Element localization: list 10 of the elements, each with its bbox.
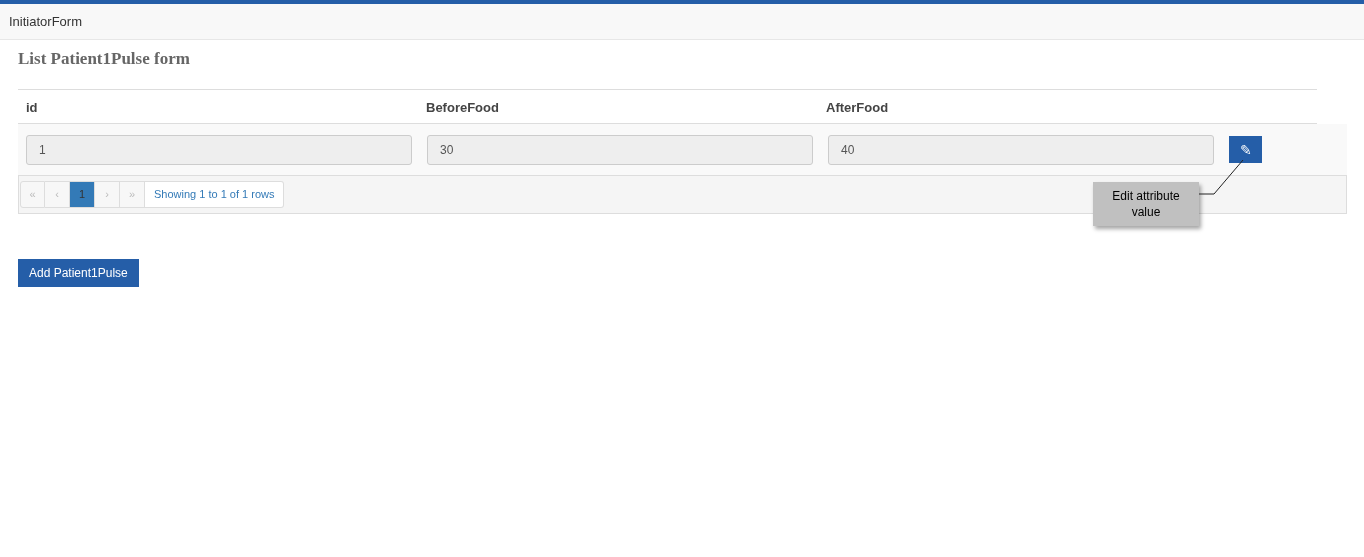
navbar-brand[interactable]: InitiatorForm (9, 11, 82, 32)
column-header: id (26, 99, 38, 115)
callout-label: Edit attribute value (1093, 182, 1199, 226)
add-button[interactable]: Add Patient1Pulse (18, 259, 139, 287)
column-header: AfterFood (826, 99, 889, 115)
pagination-summary: Showing 1 to 1 of 1 rows (145, 181, 285, 208)
leader-line (1199, 159, 1244, 195)
page-title: List Patient1Pulse form (18, 49, 191, 69)
column-header: BeforeFood (426, 99, 499, 115)
edit-button[interactable]: ✎ (1229, 136, 1262, 163)
